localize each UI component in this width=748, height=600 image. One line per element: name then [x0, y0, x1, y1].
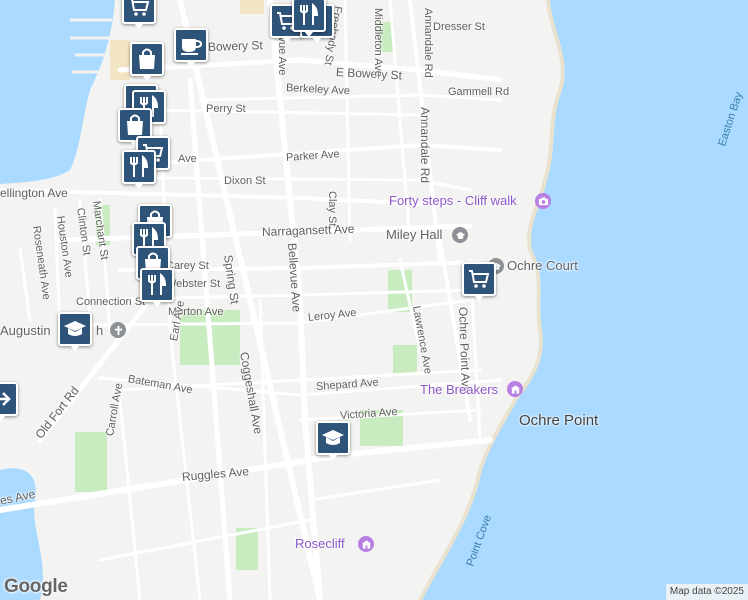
poi-rosecliff-icon[interactable]	[358, 536, 374, 552]
marker-direction[interactable]	[0, 382, 18, 421]
street-bowery: Bowery St	[207, 38, 263, 54]
poi-forty-steps-label[interactable]: Forty steps - Cliff walk	[389, 193, 517, 208]
street-webster: Webster St	[166, 278, 221, 290]
poi-rosecliff-label[interactable]: Rosecliff	[295, 536, 345, 551]
street-gammell: Gammell Rd	[448, 86, 510, 98]
street-dresser: Dresser St	[433, 21, 485, 33]
poi-miley-hall-label[interactable]: Miley Hall	[386, 227, 442, 242]
street-annandale-top: Annandale Rd	[422, 8, 434, 78]
street-ochre-point: Ochre Point Ave	[456, 306, 474, 394]
marker-cafe[interactable]	[174, 28, 208, 67]
harbor-water	[0, 0, 115, 184]
poi-augustin-ch-label[interactable]: h	[96, 323, 103, 338]
google-logo[interactable]: Google	[4, 576, 68, 598]
poi-miley-hall-icon[interactable]	[452, 227, 468, 243]
poi-augustin-label[interactable]: Augustin	[0, 323, 51, 338]
marker-school-2[interactable]	[316, 421, 350, 460]
street-dixon: Dixon St	[224, 175, 266, 187]
poi-the-breakers-label[interactable]: The Breakers	[420, 382, 498, 397]
street-wellington: ellington Ave	[0, 186, 68, 200]
graduation-cap-icon	[322, 430, 344, 445]
marker-restaurant-2[interactable]	[292, 0, 326, 37]
marker-shopping-cart-ochre[interactable]	[462, 262, 496, 301]
street-middleton: Middleton Ave	[372, 8, 384, 77]
poi-the-breakers-icon[interactable]	[507, 381, 523, 397]
area-ochre-point-label: Ochre Point	[519, 412, 599, 429]
fork-knife-icon	[148, 273, 167, 295]
street-annandale: Annandale Rd	[418, 107, 432, 184]
shopping-cart-icon	[129, 0, 150, 16]
shopping-bag-icon	[127, 114, 143, 135]
street-connection: Connection St	[76, 296, 146, 308]
fork-knife-icon	[300, 3, 319, 25]
shopping-bag-icon	[139, 48, 155, 69]
coffee-cup-icon	[181, 39, 203, 55]
marker-shopping-cart-1[interactable]	[122, 0, 156, 29]
map-attribution[interactable]: Map data ©2025	[665, 584, 748, 600]
street-ave-frag: Ave	[178, 153, 197, 165]
graduation-cap-icon	[64, 321, 86, 336]
poi-forty-steps-icon[interactable]	[535, 193, 551, 209]
fork-knife-icon	[130, 155, 149, 177]
marker-school-1[interactable]	[58, 312, 92, 351]
marker-restaurant-4[interactable]	[122, 150, 156, 189]
street-perry: Perry St	[206, 103, 246, 115]
arrow-right-icon	[0, 392, 11, 406]
map-canvas[interactable]: Bowery St E Bowery St Berkeley Ave Gamme…	[0, 0, 748, 600]
marker-restaurant-6[interactable]	[140, 268, 174, 307]
street-clay: Clay St	[326, 191, 338, 227]
shopping-cart-icon	[469, 270, 490, 288]
poi-ochre-court-label[interactable]: Ochre Court	[507, 258, 578, 273]
marker-shopping-bag-1[interactable]	[130, 42, 164, 81]
church-icon[interactable]	[110, 322, 126, 338]
